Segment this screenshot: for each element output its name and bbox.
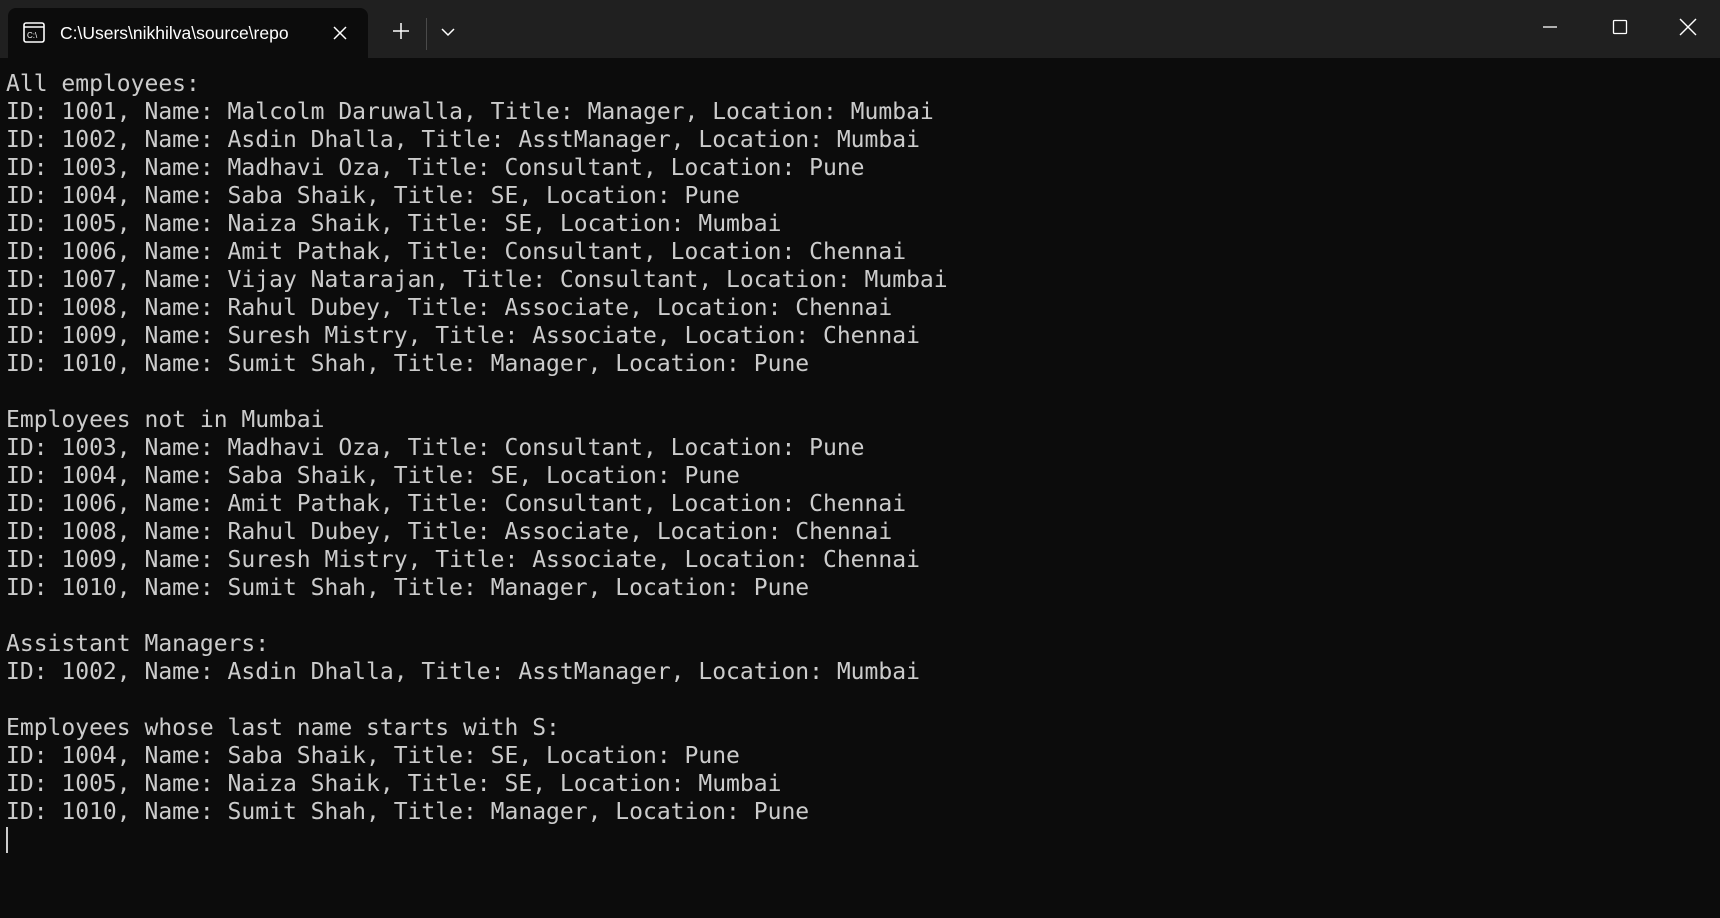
maximize-icon	[1612, 19, 1628, 40]
console-line: ID: 1002, Name: Asdin Dhalla, Title: Ass…	[6, 659, 920, 685]
minimize-icon	[1542, 19, 1558, 40]
console-line: ID: 1003, Name: Madhavi Oza, Title: Cons…	[6, 155, 865, 181]
console-line: ID: 1006, Name: Amit Pathak, Title: Cons…	[6, 239, 907, 265]
close-window-button[interactable]	[1654, 0, 1720, 58]
console-line: ID: 1002, Name: Asdin Dhalla, Title: Ass…	[6, 127, 920, 153]
console-line: ID: 1004, Name: Saba Shaik, Title: SE, L…	[6, 183, 740, 209]
console-line: ID: 1004, Name: Saba Shaik, Title: SE, L…	[6, 743, 740, 769]
console-line: ID: 1009, Name: Suresh Mistry, Title: As…	[6, 547, 920, 573]
tab-title: C:\Users\nikhilva\source\repo	[60, 23, 289, 43]
console-line: All employees:	[6, 71, 200, 97]
plus-icon	[392, 22, 410, 45]
minimize-button[interactable]	[1516, 0, 1584, 58]
console-output[interactable]: All employees: ID: 1001, Name: Malcolm D…	[6, 70, 1706, 854]
console-line: Employees not in Mumbai	[6, 407, 325, 433]
title-bar[interactable]: C:\ C:\Users\nikhilva\source\repo	[0, 0, 1720, 58]
console-line: Assistant Managers:	[6, 631, 270, 657]
cursor-caret	[6, 827, 8, 853]
svg-text:C:\: C:\	[27, 31, 38, 40]
console-line: ID: 1008, Name: Rahul Dubey, Title: Asso…	[6, 295, 893, 321]
close-tab-icon[interactable]	[328, 21, 352, 45]
chevron-down-icon	[441, 24, 455, 42]
console-line: ID: 1007, Name: Vijay Natarajan, Title: …	[6, 267, 948, 293]
terminal-icon: C:\	[23, 22, 45, 43]
console-line: ID: 1010, Name: Sumit Shah, Title: Manag…	[6, 575, 810, 601]
close-icon	[1679, 18, 1697, 41]
console-line: ID: 1004, Name: Saba Shaik, Title: SE, L…	[6, 463, 740, 489]
console-line: ID: 1009, Name: Suresh Mistry, Title: As…	[6, 323, 920, 349]
console-line: ID: 1005, Name: Naiza Shaik, Title: SE, …	[6, 211, 782, 237]
terminal-window: C:\ C:\Users\nikhilva\source\repo All em…	[0, 0, 1720, 918]
console-line: ID: 1010, Name: Sumit Shah, Title: Manag…	[6, 799, 810, 825]
console-line: Employees whose last name starts with S:	[6, 715, 560, 741]
console-line: ID: 1001, Name: Malcolm Daruwalla, Title…	[6, 99, 934, 125]
console-line: ID: 1008, Name: Rahul Dubey, Title: Asso…	[6, 519, 893, 545]
new-tab-button[interactable]	[386, 18, 416, 48]
tab-divider	[426, 18, 427, 50]
console-line: ID: 1003, Name: Madhavi Oza, Title: Cons…	[6, 435, 865, 461]
console-line: ID: 1006, Name: Amit Pathak, Title: Cons…	[6, 491, 907, 517]
console-line: ID: 1010, Name: Sumit Shah, Title: Manag…	[6, 351, 810, 377]
console-line: ID: 1005, Name: Naiza Shaik, Title: SE, …	[6, 771, 782, 797]
text-cursor	[6, 826, 1706, 854]
tab-dropdown-button[interactable]	[433, 18, 463, 48]
maximize-button[interactable]	[1586, 0, 1654, 58]
tab-active[interactable]: C:\ C:\Users\nikhilva\source\repo	[8, 8, 368, 58]
